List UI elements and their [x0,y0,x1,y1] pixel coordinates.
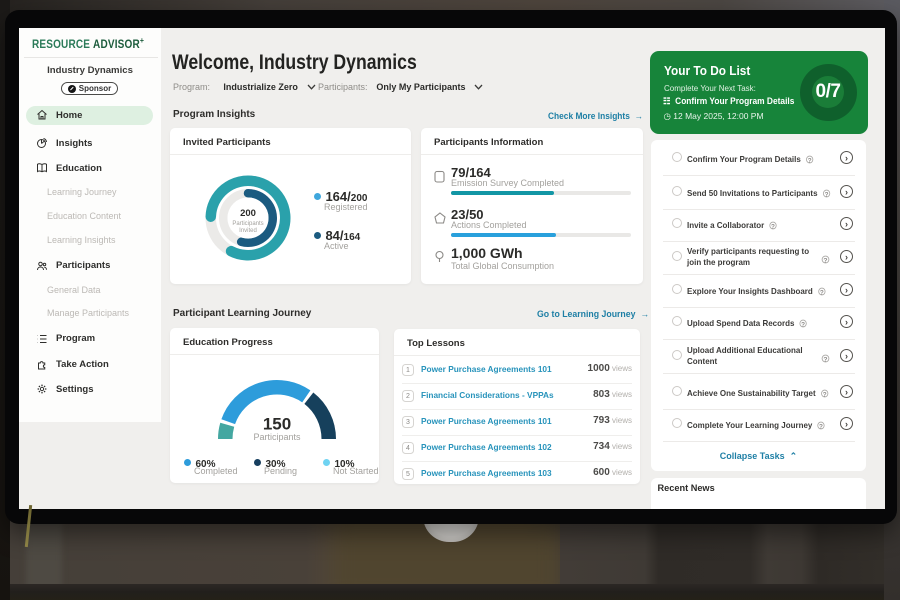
svg-text:150: 150 [263,415,291,434]
svg-text:200: 200 [240,208,256,219]
svg-text:Participants: Participants [253,432,301,442]
svg-text:Invited: Invited [239,228,257,234]
svg-text:Participants: Participants [232,221,263,227]
